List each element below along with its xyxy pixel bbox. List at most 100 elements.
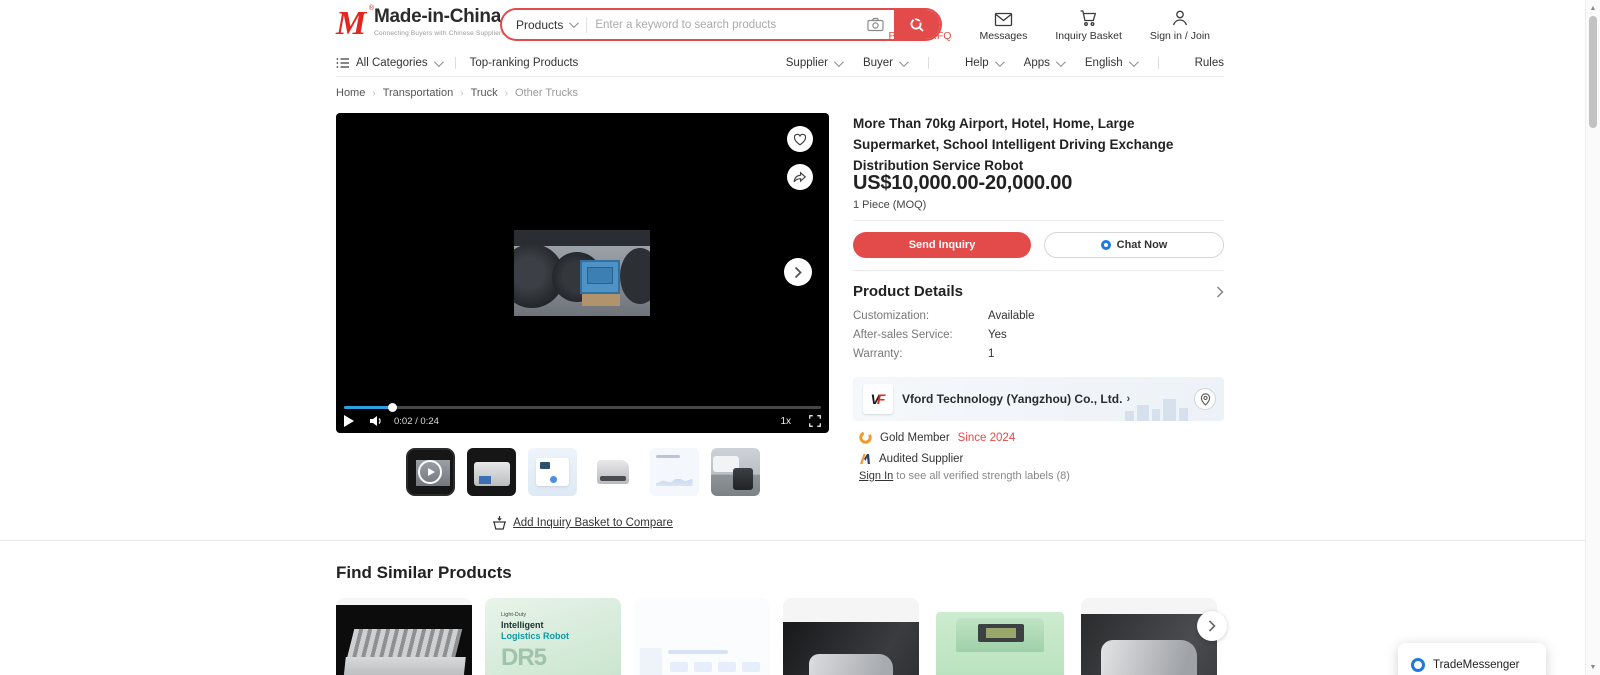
similar-card-logistics-robot-poster[interactable]: Light-Duty Intelligent Logistics Robot D… xyxy=(485,598,621,675)
thumbnail-5[interactable] xyxy=(650,448,699,496)
product-video-player[interactable]: 0:02 / 0:24 1x xyxy=(336,113,829,433)
breadcrumb-truck[interactable]: Truck xyxy=(471,87,498,99)
gold-member-label: Gold Member xyxy=(880,432,950,444)
nav-label: Rules xyxy=(1195,57,1224,69)
user-icon xyxy=(1171,7,1189,27)
skyline-block xyxy=(1152,409,1160,421)
nav-help[interactable]: Help xyxy=(965,57,1002,69)
product-details-header[interactable]: Product Details xyxy=(853,283,1224,300)
nav-top-ranking[interactable]: Top-ranking Products xyxy=(470,57,579,69)
detail-label: Customization: xyxy=(853,310,988,322)
thumbnail-6[interactable] xyxy=(711,448,760,496)
page-scrollbar[interactable]: ▲ ▼ xyxy=(1585,0,1600,675)
chevron-right-icon[interactable] xyxy=(1216,286,1224,298)
similar-card-dashboard[interactable] xyxy=(634,598,770,675)
search-category-dropdown[interactable]: Products xyxy=(502,10,586,39)
product-moq: 1 Piece (MOQ) xyxy=(853,199,926,211)
audited-supplier-label: Audited Supplier xyxy=(879,453,963,465)
skyline-block xyxy=(1163,399,1176,421)
machinery-blue-box xyxy=(580,260,620,294)
product-main: 0:02 / 0:24 1x xyxy=(336,113,1224,540)
dashboard-stat xyxy=(718,662,736,672)
dashboard-stat xyxy=(742,662,760,672)
header-action-inquiry-basket[interactable]: Inquiry Basket xyxy=(1041,7,1136,42)
all-categories-label: All Categories xyxy=(356,57,428,69)
share-button[interactable] xyxy=(787,164,813,190)
send-inquiry-button[interactable]: Send Inquiry xyxy=(853,232,1031,258)
nav-separator xyxy=(455,57,456,69)
similar-card-green-machine[interactable] xyxy=(932,598,1068,675)
chevron-down-icon xyxy=(899,57,909,67)
detail-value: Available xyxy=(988,310,1034,322)
machinery-wheel xyxy=(620,248,650,304)
thumb-ui-chip xyxy=(540,462,550,469)
header-action-messages[interactable]: Messages xyxy=(965,7,1041,42)
detail-value: Yes xyxy=(988,329,1007,341)
divider xyxy=(853,220,1224,221)
header-action-label: Post My RFQ xyxy=(888,30,951,42)
supplier-name[interactable]: Vford Technology (Yangzhou) Co., Ltd. xyxy=(902,392,1122,406)
similar-card-delivery-robot-dark[interactable] xyxy=(783,598,919,675)
similar-products-section: Find Similar Products Light-Duty Intelli… xyxy=(336,541,1224,675)
supplier-card[interactable]: V F Vford Technology (Yangzhou) Co., Ltd… xyxy=(853,377,1224,421)
similar-card-delivery-robot-gray[interactable] xyxy=(1081,598,1217,675)
thumb-device xyxy=(474,462,510,486)
nav-buyer[interactable]: Buyer xyxy=(863,57,906,69)
next-image-button[interactable] xyxy=(784,258,812,286)
fullscreen-button[interactable] xyxy=(801,415,829,427)
audited-supplier-icon xyxy=(859,453,871,465)
carousel-next-button[interactable] xyxy=(1197,611,1227,641)
scrollbar-up-arrow[interactable]: ▲ xyxy=(1586,1,1600,15)
audited-supplier-row: Audited Supplier xyxy=(859,453,963,465)
product-details-heading: Product Details xyxy=(853,283,963,300)
breadcrumb-home[interactable]: Home xyxy=(336,87,365,99)
chat-now-button[interactable]: Chat Now xyxy=(1044,232,1224,258)
chat-now-label: Chat Now xyxy=(1117,239,1168,251)
volume-icon xyxy=(370,415,384,427)
thumbnail-video-selected[interactable] xyxy=(406,448,455,496)
search-category-label: Products xyxy=(516,18,563,32)
rfq-target-icon xyxy=(910,7,929,27)
gold-member-icon xyxy=(859,431,872,444)
skyline-block xyxy=(1137,405,1149,421)
breadcrumb-transportation[interactable]: Transportation xyxy=(383,87,454,99)
made-in-china-logo[interactable]: M ® Made-in-China Connecting Buyers with… xyxy=(336,5,505,43)
all-categories-menu[interactable]: All Categories xyxy=(336,57,441,69)
heart-icon xyxy=(793,133,807,146)
video-frame-machinery xyxy=(514,230,650,316)
nav-separator xyxy=(1158,57,1159,69)
trade-messenger-widget[interactable]: TradeMessenger xyxy=(1398,643,1546,675)
scrollbar-thumb[interactable] xyxy=(1589,16,1597,128)
skyline-block xyxy=(1179,408,1188,421)
product-title: More Than 70kg Airport, Hotel, Home, Lar… xyxy=(853,113,1224,176)
search-input[interactable] xyxy=(587,19,857,31)
nav-rules[interactable]: Rules xyxy=(1195,57,1224,69)
top-ranking-label: Top-ranking Products xyxy=(470,57,579,69)
scrollbar-down-arrow[interactable]: ▼ xyxy=(1586,660,1600,674)
nav-language[interactable]: English xyxy=(1085,57,1136,69)
share-icon xyxy=(793,171,807,184)
category-list-icon xyxy=(336,57,350,69)
similar-card-controller[interactable] xyxy=(336,598,472,675)
detail-label: After-sales Service: xyxy=(853,329,988,341)
play-button[interactable] xyxy=(336,415,362,427)
thumbnail-2[interactable] xyxy=(467,448,516,496)
trade-messenger-label: TradeMessenger xyxy=(1433,659,1520,671)
sign-in-link[interactable]: Sign In xyxy=(859,470,893,482)
skyline-block xyxy=(1125,411,1134,421)
add-to-compare-link[interactable]: Add Inquiry Basket to Compare xyxy=(336,515,829,531)
breadcrumb-separator: › xyxy=(372,88,375,99)
header-action-sign-in[interactable]: Sign in / Join xyxy=(1136,7,1224,42)
nav-supplier[interactable]: Supplier xyxy=(786,57,841,69)
location-pin-icon[interactable] xyxy=(1194,388,1216,410)
favorite-button[interactable] xyxy=(787,126,813,152)
video-time: 0:02 / 0:24 xyxy=(394,416,439,427)
thumbnail-3[interactable] xyxy=(528,448,577,496)
nav-apps[interactable]: Apps xyxy=(1024,57,1063,69)
thumbnail-4[interactable] xyxy=(589,448,638,496)
logo-m-glyph: M xyxy=(336,5,366,42)
volume-button[interactable] xyxy=(362,415,392,427)
header-action-post-my-rfq[interactable]: Post My RFQ xyxy=(874,7,965,42)
poster-text: DR5 xyxy=(501,644,621,672)
playback-speed-button[interactable]: 1x xyxy=(770,416,801,427)
